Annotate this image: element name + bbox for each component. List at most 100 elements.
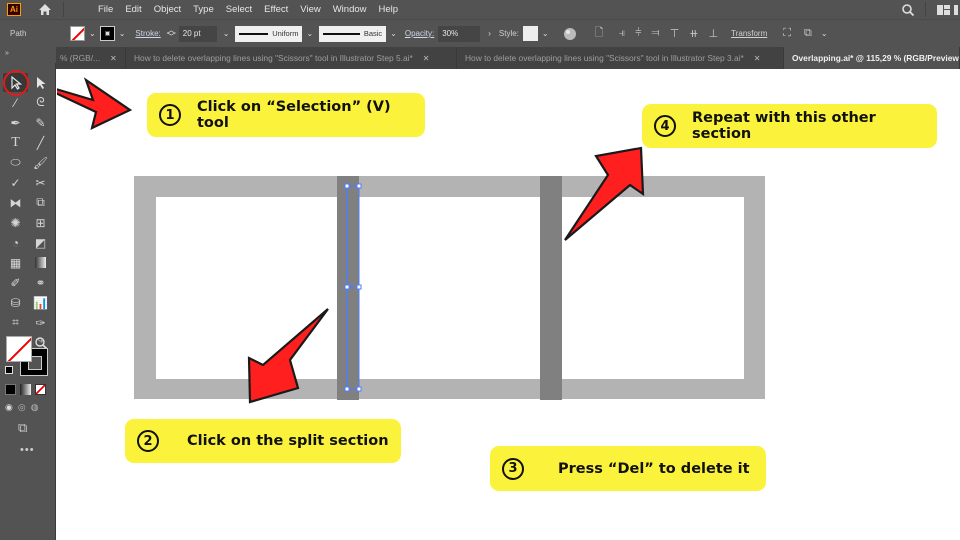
anchor-point[interactable] <box>344 183 350 189</box>
variable-width-profile-select[interactable]: Uniform <box>235 25 303 42</box>
type-tool[interactable]: T <box>3 133 28 152</box>
scissors-tool[interactable]: ✂ <box>28 173 53 192</box>
menu-file[interactable]: File <box>92 0 119 19</box>
anchor-point[interactable] <box>344 386 350 392</box>
shaper-tool[interactable]: ✓ <box>3 173 28 192</box>
step-number-1: 1 <box>159 104 181 126</box>
close-icon[interactable]: ✕ <box>754 54 761 63</box>
chevron-down-icon[interactable]: ⌄ <box>89 29 96 38</box>
align-right-icon[interactable]: ⫤ <box>651 27 659 40</box>
perspective-grid-tool[interactable]: ⊞ <box>28 213 53 232</box>
perspective-selection-tool[interactable]: ◩ <box>28 233 53 252</box>
draw-normal-icon[interactable]: ◉ <box>5 402 13 413</box>
shape-builder-icon: ◔ <box>11 235 20 250</box>
chevron-down-icon[interactable]: ⌄ <box>119 29 126 38</box>
gradient-tool[interactable] <box>28 253 53 272</box>
search-icon[interactable] <box>901 3 915 17</box>
document-setup-icon[interactable]: 🗋 <box>595 24 604 43</box>
menu-object[interactable]: Object <box>148 0 187 19</box>
menu-select[interactable]: Select <box>220 0 258 19</box>
menu-edit[interactable]: Edit <box>119 0 147 19</box>
menu-help[interactable]: Help <box>373 0 405 19</box>
recolor-artwork-icon[interactable] <box>563 27 577 41</box>
chevron-down-icon[interactable]: ⌄ <box>306 29 313 38</box>
menu-view[interactable]: View <box>294 0 326 19</box>
stroke-weight-input[interactable]: 20 pt <box>178 25 217 42</box>
anchor-point[interactable] <box>356 386 362 392</box>
slice-tool[interactable]: ✑ <box>28 313 53 332</box>
tab-label: Overlapping.ai* @ 115,29 % (RGB/Preview <box>792 53 959 63</box>
lasso-tool[interactable]: ᘓ <box>28 93 53 112</box>
direct-selection-tool[interactable] <box>28 73 53 92</box>
chevron-down-icon[interactable]: ⌄ <box>542 29 549 38</box>
align-horizontal-center-icon[interactable]: ⫩ <box>635 27 641 40</box>
opacity-input[interactable]: 30% <box>438 25 481 42</box>
chevron-down-icon[interactable]: ⌄ <box>390 29 397 38</box>
none-mode-button[interactable] <box>35 384 46 395</box>
artboard-icon: ⌗ <box>12 315 19 329</box>
puppet-warp-tool[interactable]: ✺ <box>3 213 28 232</box>
divider <box>925 2 926 17</box>
document-tab[interactable]: % (RGB/... ✕ <box>56 47 126 69</box>
align-bottom-icon[interactable]: ⊥ <box>709 27 719 40</box>
artboard-canvas[interactable]: 1 Click on “Selection” (V) tool 4 Repeat… <box>57 69 960 540</box>
mesh-icon: ▦ <box>9 255 22 270</box>
menu-type[interactable]: Type <box>187 0 220 19</box>
isolate-object-icon[interactable]: ⛶ <box>783 27 791 40</box>
mesh-tool[interactable]: ▦ <box>3 253 28 272</box>
transform-button[interactable]: Transform <box>731 29 767 38</box>
chevron-down-icon[interactable]: ⌄ <box>223 29 230 38</box>
column-graph-tool[interactable]: 📊 <box>28 293 53 312</box>
color-mode-button[interactable] <box>5 384 16 395</box>
callout-step-3: 3 Press “Del” to delete it <box>490 446 766 491</box>
fill-swatch[interactable] <box>70 26 85 41</box>
anchor-point[interactable] <box>356 284 362 290</box>
free-transform-tool[interactable]: ⧉ <box>28 193 53 212</box>
chevron-right-icon[interactable]: › <box>488 29 491 38</box>
swap-fill-stroke-icon[interactable]: ⤷ <box>38 335 43 346</box>
close-icon[interactable]: ✕ <box>110 54 117 63</box>
document-tab-active[interactable]: Overlapping.ai* @ 115,29 % (RGB/Preview <box>784 47 960 69</box>
gradient-mode-button[interactable] <box>20 384 31 395</box>
menu-effect[interactable]: Effect <box>258 0 294 19</box>
stroke-swatch[interactable] <box>99 26 115 41</box>
chevron-down-icon[interactable]: ⌄ <box>821 29 828 38</box>
default-fill-stroke-icon[interactable] <box>5 366 13 374</box>
workspace-switcher-icon[interactable] <box>936 4 958 16</box>
artboard-tool[interactable]: ⌗ <box>3 313 28 332</box>
align-top-icon[interactable]: ⊤ <box>670 27 680 40</box>
symbol-sprayer-tool[interactable]: ⛁ <box>3 293 28 312</box>
draw-inside-icon[interactable]: ◍ <box>31 402 39 413</box>
collapse-icon[interactable]: » <box>5 50 9 57</box>
opacity-label[interactable]: Opacity: <box>405 29 434 38</box>
draw-behind-icon[interactable]: ◎ <box>18 402 26 413</box>
change-screen-mode-icon[interactable]: ⧉ <box>18 420 27 436</box>
pen-tool[interactable]: ✒ <box>3 113 28 132</box>
menu-window[interactable]: Window <box>327 0 373 19</box>
document-tab[interactable]: How to delete overlapping lines using "S… <box>126 47 457 69</box>
type-icon: T <box>11 134 20 150</box>
edit-toolbar-icon[interactable]: ••• <box>20 444 35 456</box>
curvature-tool[interactable]: ✎ <box>28 113 53 132</box>
brush-definition-select[interactable]: Basic <box>319 25 387 42</box>
shape-builder-tool[interactable]: ◔ <box>3 233 28 252</box>
home-icon[interactable] <box>37 3 53 17</box>
anchor-point[interactable] <box>344 284 350 290</box>
width-tool[interactable]: ⧓ <box>3 193 28 212</box>
split-section-other[interactable] <box>540 176 562 400</box>
stroke-stepper-icon[interactable]: ︿ ﹀ <box>167 25 176 41</box>
align-vertical-center-icon[interactable]: ⧺ <box>689 27 698 40</box>
line-tool[interactable]: ╱ <box>28 133 53 152</box>
ellipse-tool[interactable]: ⬭ <box>3 153 28 172</box>
document-tab[interactable]: How to delete overlapping lines using "S… <box>457 47 784 69</box>
paintbrush-tool[interactable]: 🖌 <box>28 153 53 172</box>
quick-actions-icon[interactable]: ⧉ <box>804 27 812 40</box>
close-icon[interactable]: ✕ <box>423 54 430 63</box>
fill-color-box[interactable] <box>6 336 32 362</box>
blend-tool[interactable]: ⚭ <box>28 273 53 292</box>
align-left-icon[interactable]: ⫣ <box>618 27 625 40</box>
graphic-style-swatch[interactable] <box>522 26 538 41</box>
eyedropper-tool[interactable]: ✐ <box>3 273 28 292</box>
stroke-label[interactable]: Stroke: <box>135 29 160 38</box>
anchor-point[interactable] <box>356 183 362 189</box>
